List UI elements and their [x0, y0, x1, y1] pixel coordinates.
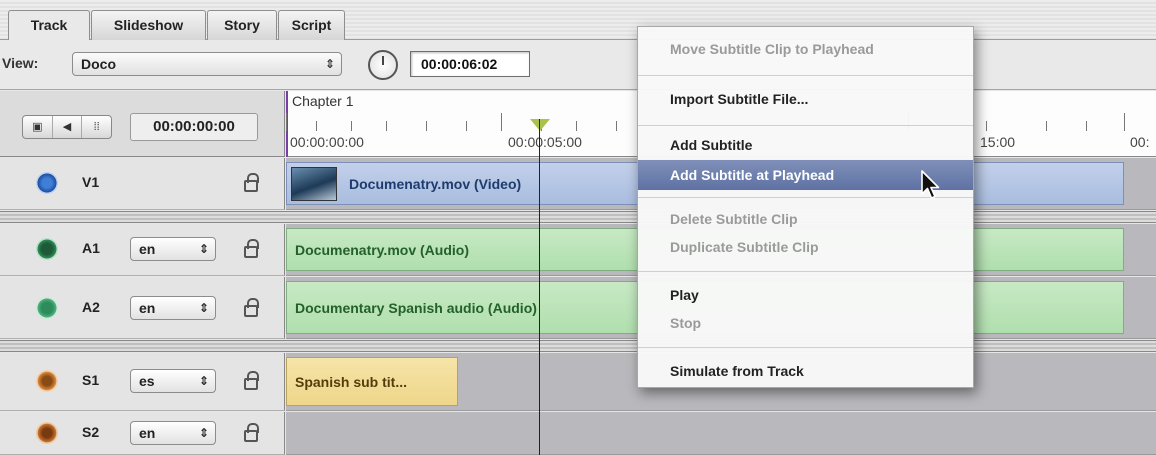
menu-item-import-subtitle-file[interactable]: Import Subtitle File...	[638, 84, 973, 114]
track-name: A2	[82, 299, 100, 315]
ruler-label: 00:	[1130, 134, 1150, 150]
tab-slideshow[interactable]: Slideshow	[91, 10, 206, 40]
track-name: A1	[82, 240, 100, 256]
chapter-label: Chapter 1	[292, 93, 354, 109]
menu-item-simulate-from-track[interactable]: Simulate from Track	[638, 356, 973, 386]
ruler-label: 00:00:00:00	[290, 134, 364, 150]
subtitle-track-icon[interactable]	[36, 422, 58, 444]
track-header-a1: A1 en ⇕	[0, 224, 285, 276]
popup-arrows-icon: ⇕	[198, 301, 209, 315]
language-value: en	[139, 425, 156, 441]
menu-item-move-subtitle-clip[interactable]: Move Subtitle Clip to Playhead	[638, 34, 973, 64]
timecode-clock-icon[interactable]	[368, 50, 398, 80]
language-value: en	[139, 241, 156, 257]
track-header-v1: V1	[0, 158, 285, 210]
ruler-label: 15:00	[980, 134, 1016, 150]
menu-item-stop[interactable]: Stop	[638, 308, 973, 338]
subtitle-track-icon[interactable]	[36, 370, 58, 392]
menu-item-play[interactable]: Play	[638, 280, 973, 310]
clip-label: Documenatry.mov (Video)	[349, 175, 522, 192]
clip-label: Spanish sub tit...	[295, 373, 408, 390]
view-label: View:	[2, 55, 39, 71]
grid-view-icon[interactable]: ⁞⁞	[82, 116, 111, 138]
menu-separator	[638, 125, 973, 126]
tab-story[interactable]: Story	[207, 10, 277, 40]
track-lane-s2[interactable]	[286, 412, 1156, 455]
lock-icon[interactable]	[244, 173, 259, 192]
track-group-divider[interactable]	[0, 340, 1156, 352]
menu-separator	[638, 75, 973, 76]
lock-icon[interactable]	[244, 423, 259, 442]
track-name: S2	[82, 424, 100, 440]
menu-separator	[638, 347, 973, 348]
track-language-popup[interactable]: es ⇕	[130, 369, 216, 393]
mouse-cursor-icon	[921, 170, 940, 199]
tab-script[interactable]: Script	[278, 10, 345, 40]
track-name: V1	[82, 174, 100, 190]
track-header-s1: S1 es ⇕	[0, 353, 285, 411]
lock-icon[interactable]	[244, 371, 259, 390]
language-value: en	[139, 300, 156, 316]
audio-view-icon[interactable]: ◀	[53, 116, 83, 138]
tab-track[interactable]: Track	[8, 10, 90, 41]
popup-arrows-icon: ⇕	[324, 57, 335, 71]
ruler-label: 00:00:05:00	[508, 134, 582, 150]
track-header-s2: S2 en ⇕	[0, 412, 285, 455]
thumbnail-view-icon[interactable]: ▣	[23, 116, 53, 138]
timeline-header: ▣ ◀ ⁞⁞ 00:00:00:00	[0, 91, 285, 157]
clip-thumbnail	[291, 166, 337, 201]
track-header-a2: A2 en ⇕	[0, 277, 285, 339]
menu-item-add-subtitle[interactable]: Add Subtitle	[638, 130, 973, 160]
subtitle-clip[interactable]: Spanish sub tit...	[286, 357, 458, 406]
track-language-popup[interactable]: en ⇕	[130, 296, 216, 320]
current-timecode-field[interactable]: 00:00:06:02	[410, 51, 530, 77]
tab-bar: Track Slideshow Story Script	[0, 0, 1156, 41]
popup-arrows-icon: ⇕	[198, 374, 209, 388]
context-menu: Move Subtitle Clip to Playhead Import Su…	[637, 26, 974, 388]
audio-track-icon[interactable]	[36, 297, 58, 319]
language-value: es	[139, 373, 155, 389]
playhead-marker-icon[interactable]	[530, 119, 550, 131]
lock-icon[interactable]	[244, 239, 259, 258]
lock-icon[interactable]	[244, 298, 259, 317]
playhead-line[interactable]	[539, 119, 540, 455]
view-popup[interactable]: Doco ⇕	[72, 52, 342, 76]
menu-separator	[638, 271, 973, 272]
popup-arrows-icon: ⇕	[198, 242, 209, 256]
audio-track-icon[interactable]	[36, 238, 58, 260]
track-language-popup[interactable]: en ⇕	[130, 237, 216, 261]
clip-label: Documenatry.mov (Audio)	[295, 241, 469, 258]
clip-label: Documentary Spanish audio (Audio)	[295, 299, 537, 316]
popup-arrows-icon: ⇕	[198, 426, 209, 440]
track-language-popup[interactable]: en ⇕	[130, 421, 216, 445]
menu-item-duplicate-subtitle-clip[interactable]: Duplicate Subtitle Clip	[638, 232, 973, 262]
track-name: S1	[82, 372, 100, 388]
view-mode-segmented-control[interactable]: ▣ ◀ ⁞⁞	[22, 115, 112, 139]
view-popup-value: Doco	[81, 56, 116, 72]
view-row: View: Doco ⇕ 00:00:06:02	[0, 40, 1156, 90]
track-group-divider[interactable]	[0, 211, 1156, 223]
menu-item-delete-subtitle-clip[interactable]: Delete Subtitle Clip	[638, 204, 973, 234]
timeline-start-timecode: 00:00:00:00	[130, 113, 258, 141]
video-track-icon[interactable]	[36, 172, 58, 194]
